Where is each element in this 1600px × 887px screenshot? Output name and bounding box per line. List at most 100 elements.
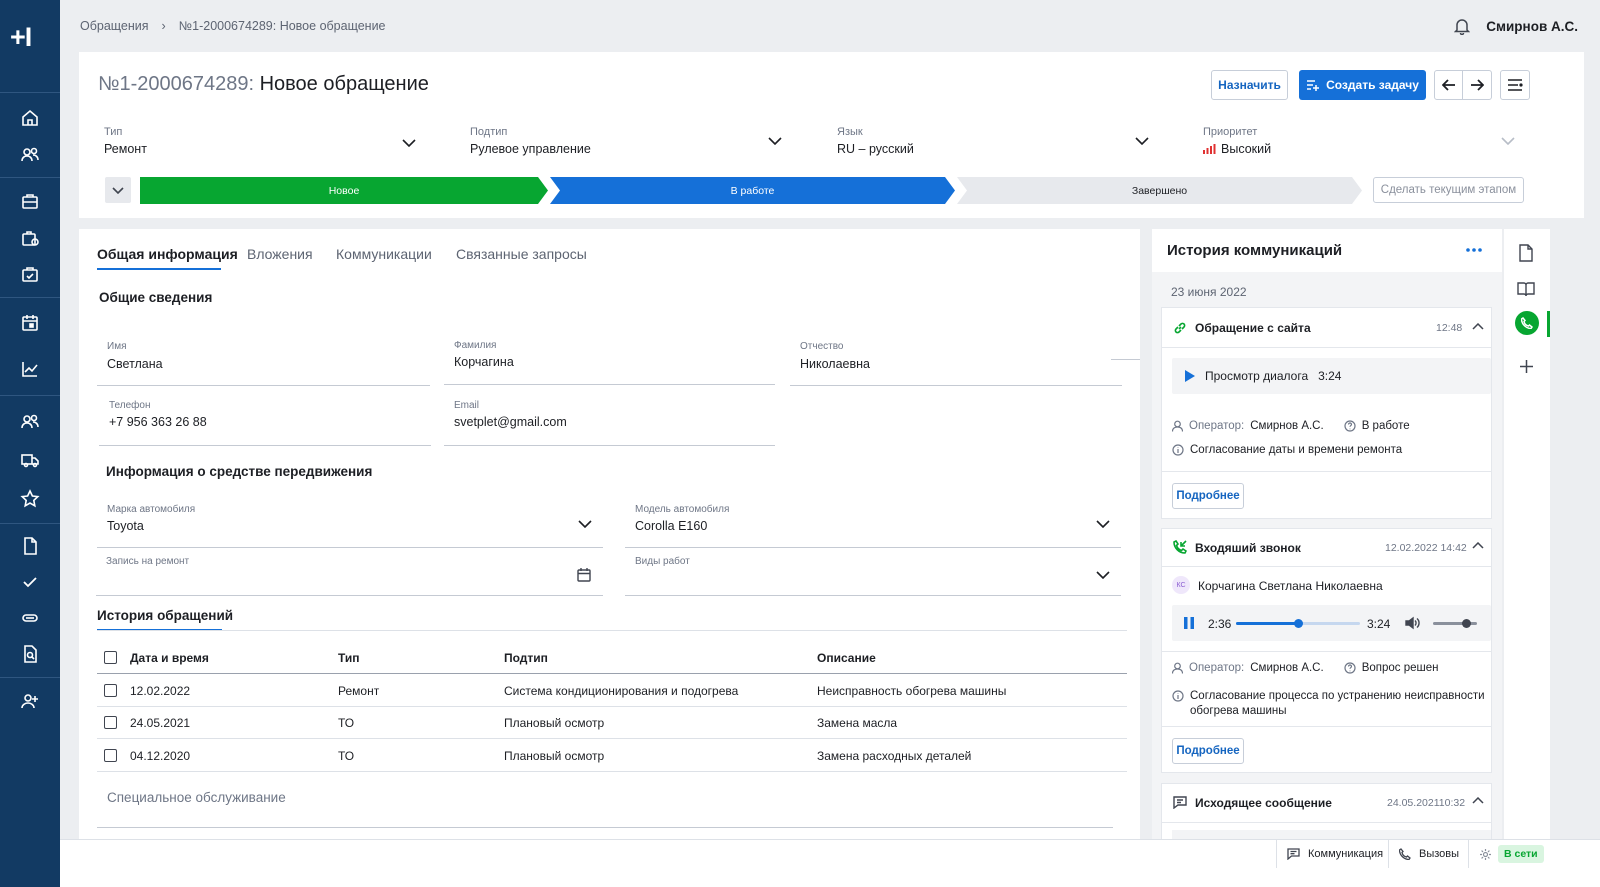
col-description[interactable]: Описание xyxy=(817,651,876,665)
nav-arrows xyxy=(1434,70,1492,100)
chart-icon[interactable] xyxy=(18,357,42,381)
calendar-icon[interactable] xyxy=(18,311,42,335)
attachment-icon[interactable] xyxy=(18,606,42,630)
incoming-call-icon xyxy=(1173,540,1187,554)
pause-icon[interactable] xyxy=(1184,617,1194,629)
breadcrumb: Обращения › №1-2000674289: Новое обращен… xyxy=(80,19,386,33)
row-checkbox[interactable] xyxy=(104,749,117,762)
task-add-icon xyxy=(1306,78,1320,92)
book-icon[interactable] xyxy=(1517,281,1535,297)
chevron-down-icon[interactable] xyxy=(768,137,782,145)
arrow-left-icon[interactable] xyxy=(1435,71,1464,99)
chevron-up-icon[interactable] xyxy=(1472,323,1484,330)
more-options-icon[interactable] xyxy=(1466,248,1482,252)
col-type[interactable]: Тип xyxy=(338,651,360,665)
special-service-section[interactable]: Специальное обслуживание xyxy=(107,790,286,805)
note-row: Согласование даты и времени ремонта xyxy=(1172,444,1402,456)
row-checkbox[interactable] xyxy=(104,684,117,697)
progress-handle[interactable] xyxy=(1294,619,1303,628)
bottom-bar: Коммуникация Вызовы В сети xyxy=(60,839,1600,887)
stage-done[interactable]: Завершено xyxy=(957,177,1362,204)
email-field[interactable]: Email svetplet@gmail.com xyxy=(444,392,775,446)
communication-button[interactable]: Коммуникация xyxy=(1276,840,1393,868)
check-icon[interactable] xyxy=(18,570,42,594)
list-menu-icon[interactable] xyxy=(1500,70,1530,100)
settings-icon xyxy=(1479,848,1492,861)
phone-field[interactable]: Телефон +7 956 363 26 88 xyxy=(99,392,431,446)
star-icon[interactable] xyxy=(18,487,42,511)
info-icon xyxy=(1172,444,1184,456)
work-types-select[interactable]: Виды работ xyxy=(625,548,1121,596)
make-current-stage-button[interactable]: Сделать текущим этапом xyxy=(1373,177,1524,203)
volume-slider[interactable] xyxy=(1433,619,1477,628)
type-label: Тип xyxy=(104,126,123,138)
tab-communications[interactable]: Коммуникации xyxy=(336,246,432,262)
repair-date-field[interactable]: Запись на ремонт xyxy=(96,548,603,596)
operator-row: Оператор: Смирнов А.С. Вопрос решен xyxy=(1172,662,1438,674)
contact-name: Корчагина Светлана Николаевна xyxy=(1198,579,1383,593)
tab-attachments[interactable]: Вложения xyxy=(247,246,313,262)
chevron-down-icon[interactable] xyxy=(1135,137,1149,145)
chevron-down-icon xyxy=(1096,571,1110,579)
col-subtype[interactable]: Подтип xyxy=(504,651,548,665)
more-details-button[interactable]: Подробнее xyxy=(1172,483,1244,509)
arrow-right-icon[interactable] xyxy=(1463,71,1491,99)
car-brand-select[interactable]: Марка автомобиля Toyota xyxy=(97,496,603,548)
create-task-button[interactable]: Создать задачу xyxy=(1299,70,1426,100)
volume-icon[interactable] xyxy=(1405,616,1420,630)
comm-card-title: Исходящее сообщение xyxy=(1195,796,1332,810)
view-dialog-button[interactable]: Просмотр диалога 3:24 xyxy=(1172,358,1491,394)
type-value[interactable]: Ремонт xyxy=(104,142,147,156)
more-details-button[interactable]: Подробнее xyxy=(1172,738,1244,764)
status-menu[interactable]: В сети xyxy=(1468,840,1554,868)
car-model-select[interactable]: Модель автомобиля Corolla E160 xyxy=(625,496,1121,548)
priority-value: Высокий xyxy=(1203,142,1271,156)
tab-related-requests[interactable]: Связанные запросы xyxy=(456,246,587,262)
document-search-icon[interactable] xyxy=(18,642,42,666)
stage-in-progress[interactable]: В работе xyxy=(550,177,955,204)
user-icon xyxy=(1172,420,1183,432)
vehicle-heading: Информация о средстве передвижения xyxy=(106,464,373,479)
add-user-icon[interactable] xyxy=(18,689,42,713)
comm-card-title: Обращение с сайта xyxy=(1195,321,1311,335)
tab-general[interactable]: Общая информация xyxy=(97,246,238,262)
phone-icon[interactable] xyxy=(1515,311,1539,335)
link-icon xyxy=(1173,321,1187,335)
briefcase-clock-icon[interactable] xyxy=(18,226,42,250)
breadcrumb-root[interactable]: Обращения xyxy=(80,19,149,33)
briefcase-icon[interactable] xyxy=(18,189,42,213)
document-icon[interactable] xyxy=(1518,244,1534,262)
last-name-field[interactable]: Фамилия Корчагина xyxy=(444,332,775,385)
contacts-icon[interactable] xyxy=(18,410,42,434)
page-title: №1-2000674289: Новое обращение xyxy=(98,73,429,96)
col-date[interactable]: Дата и время xyxy=(130,651,209,665)
bell-icon[interactable] xyxy=(1454,18,1471,35)
patronymic-field[interactable]: Отчество Николаевна xyxy=(790,333,1122,386)
select-all-checkbox[interactable] xyxy=(104,651,117,664)
priority-label: Приоритет xyxy=(1203,126,1258,138)
home-icon[interactable] xyxy=(18,106,42,130)
chevron-up-icon[interactable] xyxy=(1472,542,1484,549)
volume-handle[interactable] xyxy=(1462,619,1471,628)
users-icon[interactable] xyxy=(18,143,42,167)
collapse-stages-button[interactable] xyxy=(105,177,131,203)
subtype-value[interactable]: Рулевое управление xyxy=(470,142,591,156)
calls-button[interactable]: Вызовы xyxy=(1388,840,1469,868)
user-menu[interactable]: Смирнов А.С. xyxy=(1454,18,1578,35)
chevron-down-icon xyxy=(1096,520,1110,528)
truck-icon[interactable] xyxy=(18,448,42,472)
briefcase-check-icon[interactable] xyxy=(18,262,42,286)
row-checkbox[interactable] xyxy=(104,716,117,729)
language-value[interactable]: RU – русский xyxy=(837,142,914,156)
chat-icon xyxy=(1287,848,1300,860)
plus-icon[interactable] xyxy=(1519,359,1534,374)
document-icon[interactable] xyxy=(18,534,42,558)
stage-new[interactable]: Новое xyxy=(140,177,548,204)
chevron-down-icon[interactable] xyxy=(402,139,416,147)
subtype-label: Подтип xyxy=(470,126,508,138)
chevron-up-icon[interactable] xyxy=(1472,797,1484,804)
progress-track[interactable] xyxy=(1236,619,1360,628)
app-logo: +I xyxy=(10,22,32,52)
assign-button[interactable]: Назначить xyxy=(1211,70,1288,100)
first-name-field[interactable]: Имя Светлана xyxy=(97,333,430,386)
